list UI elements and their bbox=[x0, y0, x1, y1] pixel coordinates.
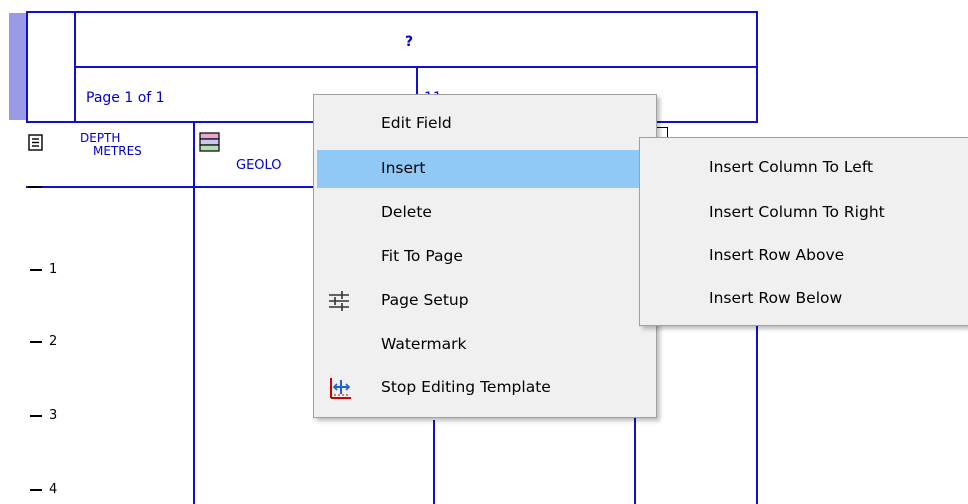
depth-column-label[interactable]: DEPTH METRES bbox=[80, 132, 142, 158]
depth-tick-label: 1 bbox=[49, 262, 58, 277]
grid-line bbox=[756, 320, 758, 504]
menu-item-watermark[interactable]: Watermark bbox=[317, 326, 653, 364]
row-selection-bar[interactable] bbox=[9, 13, 27, 120]
depth-tick bbox=[30, 341, 42, 343]
grid-line bbox=[193, 122, 195, 504]
grid-line bbox=[26, 186, 316, 188]
depth-tick-label: 2 bbox=[49, 334, 58, 349]
grid-line bbox=[26, 11, 758, 13]
page-info[interactable]: Page 1 of 1 bbox=[86, 90, 165, 106]
template-title[interactable]: ? bbox=[405, 34, 413, 50]
submenu-item-insert-column-right[interactable]: Insert Column To Right bbox=[643, 193, 965, 233]
submenu-item-label: Insert Row Above bbox=[709, 246, 845, 264]
grid-line bbox=[756, 11, 758, 123]
depth-label-bottom: METRES bbox=[93, 144, 142, 158]
submenu-item-label: Insert Column To Left bbox=[709, 158, 874, 176]
submenu-item-insert-row-above[interactable]: Insert Row Above bbox=[643, 236, 965, 276]
menu-item-label: Page Setup bbox=[381, 291, 469, 309]
stop-editing-template-icon bbox=[328, 377, 351, 399]
menu-item-label: Watermark bbox=[381, 335, 467, 353]
menu-item-stop-editing-template[interactable]: Stop Editing Template bbox=[317, 369, 653, 407]
submenu-item-label: Insert Row Below bbox=[709, 289, 843, 307]
page-setup-icon bbox=[328, 290, 350, 312]
insert-submenu: Insert Column To Left Insert Column To R… bbox=[639, 137, 968, 326]
menu-item-edit-field[interactable]: Edit Field bbox=[317, 105, 653, 143]
grid-line bbox=[26, 11, 28, 123]
submenu-item-label: Insert Column To Right bbox=[709, 203, 885, 221]
depth-top-mark bbox=[28, 186, 42, 188]
menu-item-label: Fit To Page bbox=[381, 247, 463, 265]
geology-column-icon bbox=[199, 132, 221, 154]
depth-tick bbox=[30, 415, 42, 417]
depth-tick bbox=[30, 269, 42, 271]
depth-tick bbox=[30, 489, 42, 491]
submenu-item-insert-row-below[interactable]: Insert Row Below bbox=[643, 279, 965, 319]
submenu-item-insert-column-left[interactable]: Insert Column To Left bbox=[643, 148, 965, 188]
menu-item-label: Stop Editing Template bbox=[381, 378, 551, 396]
menu-item-label: Delete bbox=[381, 203, 432, 221]
menu-item-label: Insert bbox=[381, 159, 426, 177]
text-column-icon bbox=[28, 134, 44, 152]
depth-tick-label: 4 bbox=[49, 482, 58, 497]
depth-tick-label: 3 bbox=[49, 408, 58, 423]
menu-item-fit-to-page[interactable]: Fit To Page bbox=[317, 238, 653, 276]
menu-item-delete[interactable]: Delete › bbox=[317, 194, 653, 232]
grid-line bbox=[433, 420, 435, 504]
grid-line bbox=[74, 11, 76, 123]
menu-item-label: Edit Field bbox=[381, 114, 452, 132]
geology-column-label[interactable]: GEOLO bbox=[236, 158, 282, 173]
context-menu: Edit Field Insert › Delete › Fit To Page… bbox=[313, 94, 657, 418]
menu-item-insert[interactable]: Insert › bbox=[317, 150, 653, 188]
menu-item-page-setup[interactable]: Page Setup bbox=[317, 282, 653, 320]
